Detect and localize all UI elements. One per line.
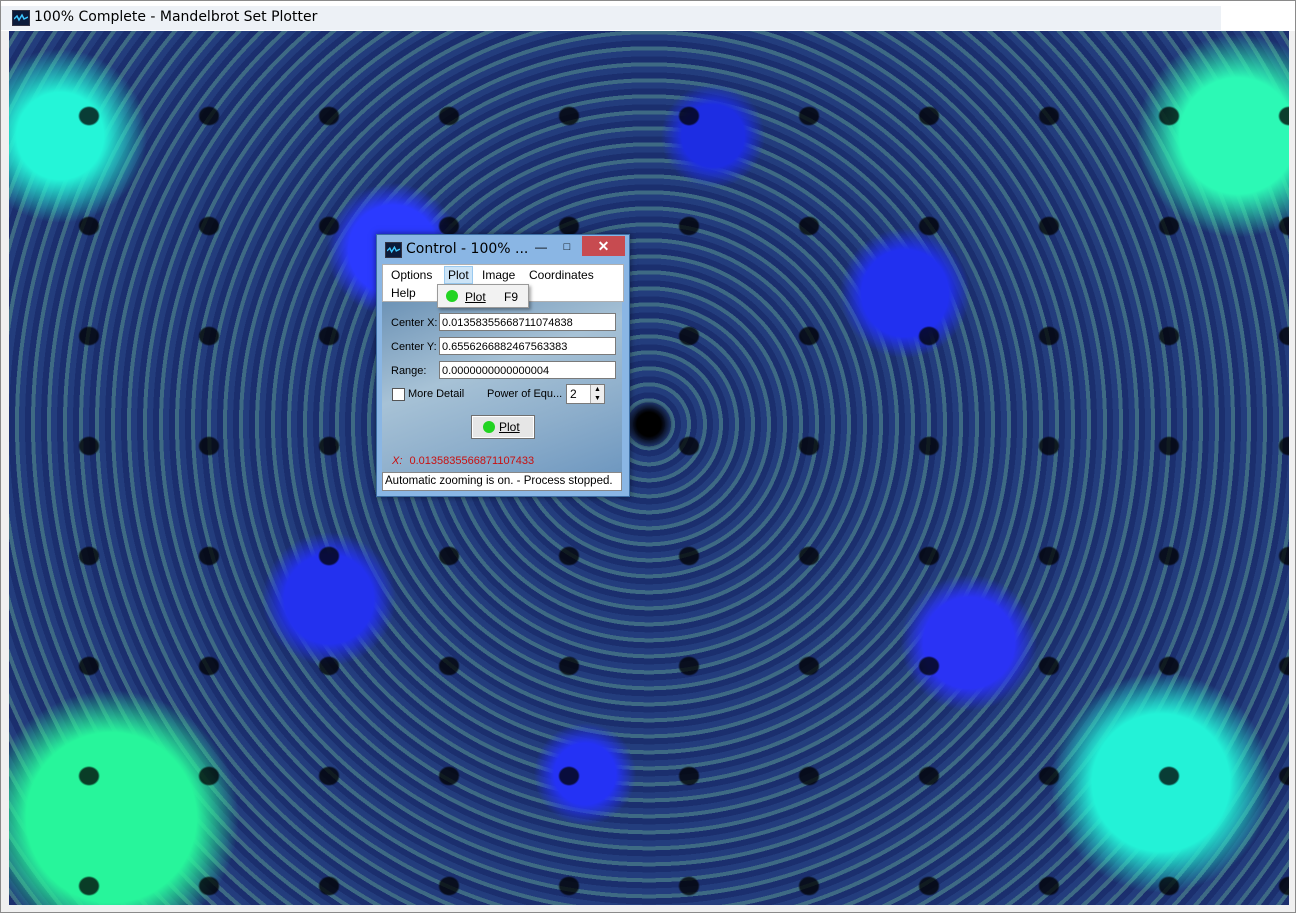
dropdown-plot-item[interactable]: Plot bbox=[465, 290, 486, 304]
mandelbrot-app-icon bbox=[12, 10, 30, 26]
menu-plot[interactable]: Plot bbox=[444, 266, 473, 284]
coordinate-readout-value: 0.0135835566871107433 bbox=[409, 455, 535, 467]
minimize-button[interactable]: — bbox=[531, 240, 551, 256]
control-dialog: Control - 100% ... — □ ✕ Options Plot Im… bbox=[376, 234, 630, 497]
status-bar: Automatic zooming is on. - Process stopp… bbox=[382, 472, 622, 491]
fractal-canvas[interactable] bbox=[9, 31, 1289, 905]
spinner-up-icon[interactable]: ▲ bbox=[590, 385, 604, 394]
range-field[interactable]: 0.0000000000000004 bbox=[439, 361, 616, 379]
green-dot-icon bbox=[446, 290, 458, 302]
power-value: 2 bbox=[570, 387, 577, 401]
window-title: 100% Complete - Mandelbrot Set Plotter bbox=[34, 9, 318, 25]
menu-coordinates[interactable]: Coordinates bbox=[526, 267, 597, 283]
control-dialog-title: Control - 100% ... bbox=[406, 241, 529, 257]
maximize-button[interactable]: □ bbox=[557, 240, 577, 256]
more-detail-label: More Detail bbox=[408, 388, 465, 400]
menu-image[interactable]: Image bbox=[479, 267, 518, 283]
main-titlebar[interactable]: 100% Complete - Mandelbrot Set Plotter bbox=[1, 1, 1295, 31]
menu-help[interactable]: Help bbox=[388, 285, 419, 301]
coordinate-readout-label: X: bbox=[392, 455, 403, 467]
plot-button-label: Plot bbox=[499, 420, 520, 434]
center-x-field[interactable]: 0.0135835566871107483​8 bbox=[439, 313, 616, 331]
fractal-pattern bbox=[9, 31, 1289, 905]
power-of-equation-label: Power of Equ... bbox=[487, 388, 563, 400]
more-detail-checkbox[interactable] bbox=[392, 388, 405, 401]
menu-options[interactable]: Options bbox=[388, 267, 435, 283]
range-label: Range: bbox=[391, 365, 427, 377]
dropdown-plot-shortcut: F9 bbox=[504, 290, 519, 304]
coordinate-readout: X: 0.0135835566871107433 bbox=[392, 455, 534, 467]
center-y-field[interactable]: 0.6556266882467563383 bbox=[439, 337, 616, 355]
green-dot-icon bbox=[483, 421, 495, 433]
plot-button[interactable]: Plot bbox=[471, 415, 535, 439]
main-window: 100% Complete - Mandelbrot Set Plotter bbox=[0, 0, 1296, 913]
mandelbrot-app-icon bbox=[385, 242, 402, 258]
plot-menu-dropdown: Plot F9 bbox=[437, 284, 529, 308]
center-x-label: Center X: bbox=[391, 317, 438, 329]
close-button[interactable]: ✕ bbox=[582, 236, 625, 256]
power-of-equation-spinner[interactable]: 2 ▲ ▼ bbox=[566, 384, 605, 404]
control-dialog-titlebar[interactable]: Control - 100% ... — □ ✕ bbox=[377, 235, 629, 263]
center-y-label: Center Y: bbox=[391, 341, 437, 353]
spinner-down-icon[interactable]: ▼ bbox=[590, 394, 604, 403]
titlebar-right-area bbox=[1221, 1, 1295, 31]
control-dialog-body: Center X: 0.0135835566871107483​8 Center… bbox=[382, 302, 622, 472]
